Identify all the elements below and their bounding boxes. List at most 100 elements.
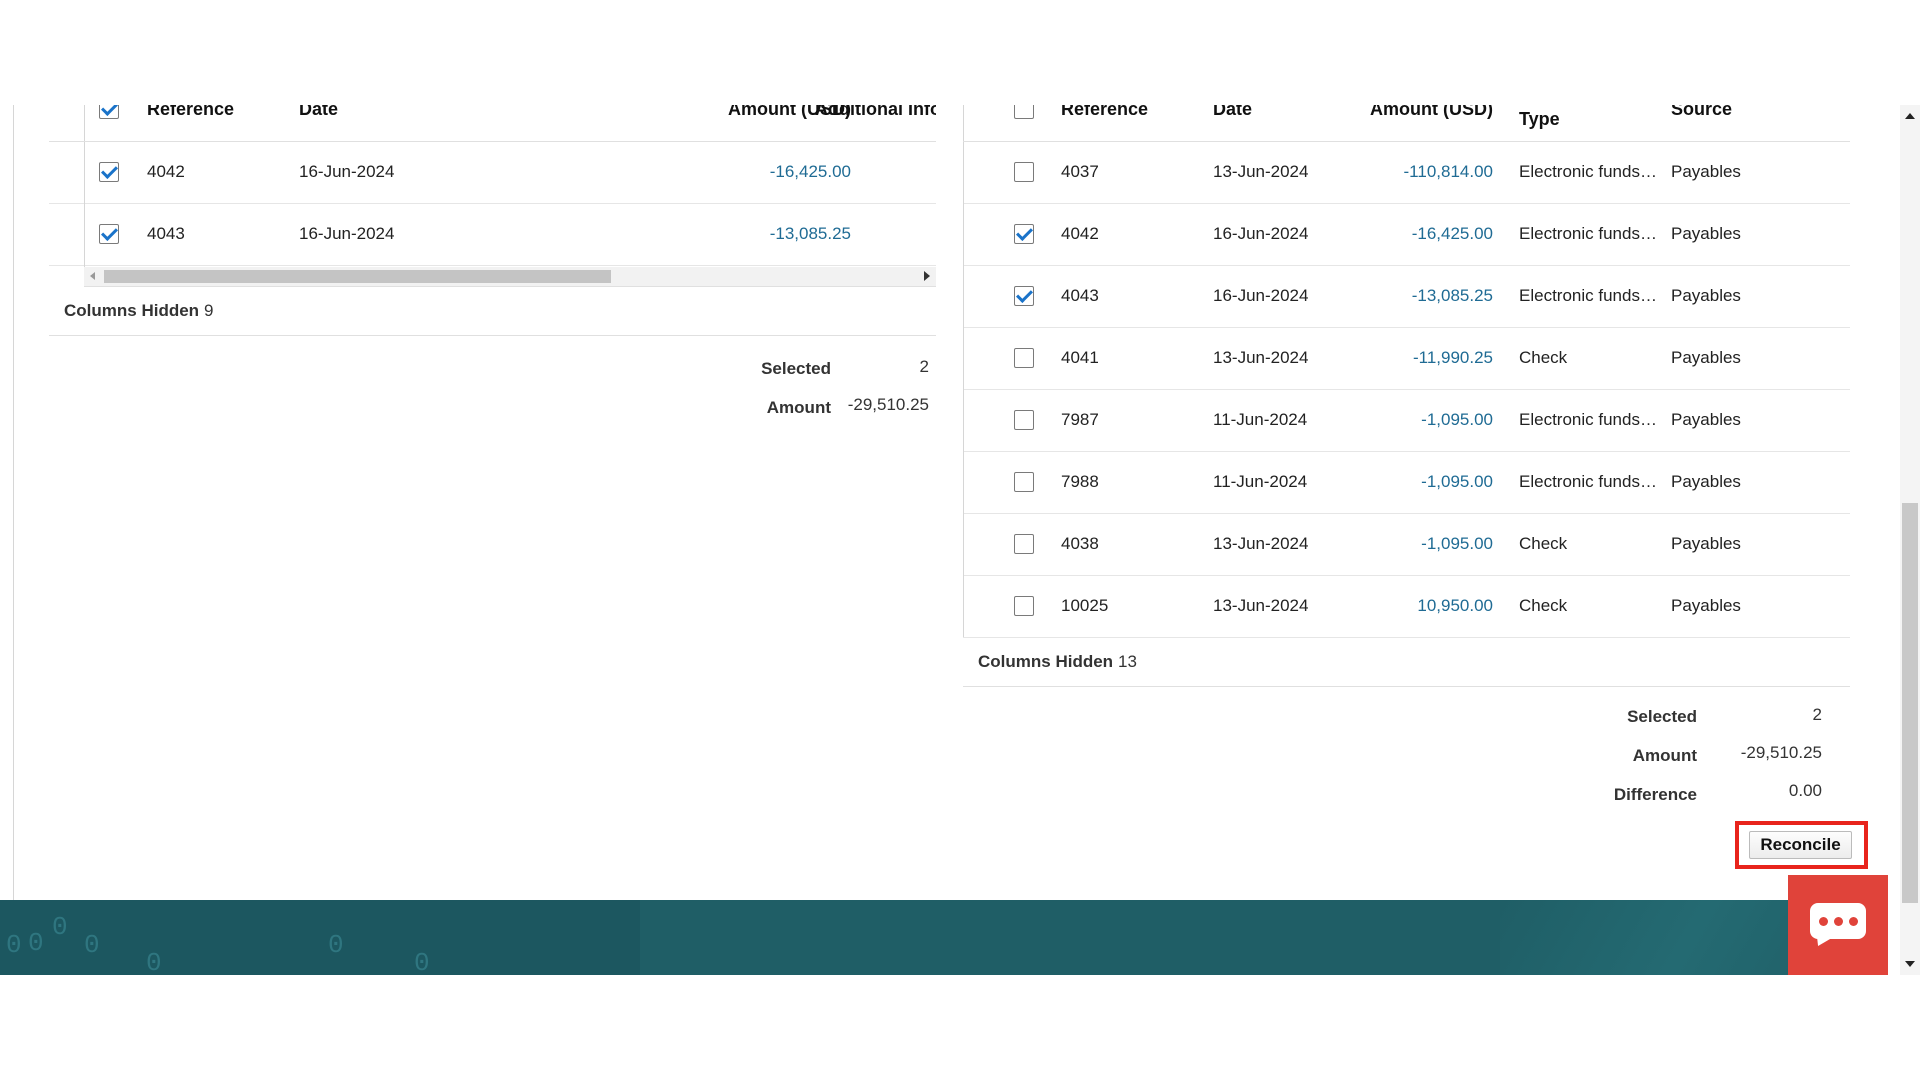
cell-amount[interactable]: -1,095.00 [1293, 410, 1493, 430]
bank-statement-lines-panel: Reference Date Amount (USD) Additional I… [49, 105, 936, 417]
cell-source: Payables [1671, 348, 1741, 367]
left-table-body: 4042 16-Jun-2024 -16,425.00 4043 16-Jun-2024… [49, 142, 936, 266]
table-row[interactable]: 4042 16-Jun-2024 -16,425.00 [49, 142, 936, 204]
right-selected-value: 2 [1812, 705, 1822, 724]
cell-source: Payables [1671, 596, 1741, 615]
cell-amount[interactable]: -13,085.25 [679, 224, 851, 244]
cell-amount[interactable]: 10,950.00 [1293, 596, 1493, 616]
left-horizontal-scrollbar[interactable] [84, 267, 936, 287]
table-row[interactable]: 10025 13-Jun-2024 10,950.00 Check Payables [963, 576, 1850, 638]
cell-reference: 7988 [1061, 472, 1099, 491]
cell-type: Electronic funds… [1519, 162, 1657, 181]
right-col-reference[interactable]: Reference [1061, 105, 1148, 120]
left-select-all-checkbox[interactable] [99, 105, 119, 119]
scroll-left-icon[interactable] [90, 272, 95, 280]
right-columns-hidden: Columns Hidden 13 [963, 637, 1850, 687]
columns-hidden-count: 13 [1118, 652, 1137, 671]
cell-amount[interactable]: -16,425.00 [679, 162, 851, 182]
columns-hidden-count: 9 [204, 301, 214, 320]
divider [84, 142, 85, 267]
row-select-checkbox[interactable] [1014, 286, 1034, 306]
chat-button[interactable] [1788, 875, 1888, 975]
footer-pattern-glyph: 0 [328, 930, 344, 960]
row-select-checkbox[interactable] [1014, 472, 1034, 492]
right-select-all-checkbox[interactable] [1014, 105, 1034, 119]
cell-reference: 4038 [1061, 534, 1099, 553]
table-row[interactable]: 4043 16-Jun-2024 -13,085.25 [49, 204, 936, 266]
divider [963, 105, 964, 141]
left-amount-label: Amount [766, 398, 831, 417]
divider [963, 142, 964, 637]
right-amount-label: Amount [1632, 746, 1697, 765]
columns-hidden-label: Columns Hidden [978, 652, 1114, 671]
cell-source: Payables [1671, 410, 1741, 429]
cell-amount[interactable]: -13,085.25 [1293, 286, 1493, 306]
cell-reference: 4043 [1061, 286, 1099, 305]
cell-type: Electronic funds… [1519, 286, 1657, 305]
right-col-amount[interactable]: Amount (USD) [1293, 105, 1493, 120]
table-row[interactable]: 4043 16-Jun-2024 -13,085.25 Electronic fund… [963, 266, 1850, 328]
system-transactions-panel: Reference Date Amount (USD) Type Source … [963, 105, 1850, 804]
footer-pattern-glyph: 0 [52, 912, 68, 942]
page-viewport: Reference Date Amount (USD) Additional I… [0, 105, 1920, 975]
table-row[interactable]: 4037 13-Jun-2024 -110,814.00 Electronic fun… [963, 142, 1850, 204]
table-row[interactable]: 4041 13-Jun-2024 -11,990.25 Check Payables [963, 328, 1850, 390]
table-row[interactable]: 7988 11-Jun-2024 -1,095.00 Electronic funds… [963, 452, 1850, 514]
left-col-reference[interactable]: Reference [147, 105, 234, 120]
table-row[interactable]: 4042 16-Jun-2024 -16,425.00 Electronic fund… [963, 204, 1850, 266]
cell-source: Payables [1671, 286, 1741, 305]
right-amount-value: -29,510.25 [1740, 743, 1822, 762]
table-row[interactable]: 7987 11-Jun-2024 -1,095.00 Electronic funds… [963, 390, 1850, 452]
cell-type: Electronic funds… [1519, 410, 1657, 429]
cell-amount[interactable]: -1,095.00 [1293, 472, 1493, 492]
scroll-up-icon[interactable] [1905, 113, 1915, 119]
cell-amount[interactable]: -110,814.00 [1293, 162, 1493, 182]
scroll-right-icon[interactable] [924, 271, 930, 281]
cell-type: Check [1519, 348, 1568, 367]
right-col-source[interactable]: Source [1671, 105, 1732, 120]
cell-source: Payables [1671, 224, 1741, 243]
left-col-additional-info[interactable]: Additional Info [815, 105, 936, 120]
chat-dot [1819, 917, 1828, 926]
cell-type: Electronic funds… [1519, 472, 1657, 491]
cell-reference: 4041 [1061, 348, 1099, 367]
footer-pattern-glyph: 0 [28, 928, 44, 958]
cell-amount[interactable]: -16,425.00 [1293, 224, 1493, 244]
cell-type: Check [1519, 596, 1568, 615]
reconcile-button[interactable]: Reconcile [1749, 831, 1852, 859]
right-selected-label: Selected [1627, 707, 1697, 726]
page-vertical-scrollbar[interactable] [1900, 105, 1920, 975]
cell-reference: 4042 [1061, 224, 1099, 243]
cell-reference: 7987 [1061, 410, 1099, 429]
cell-date: 16-Jun-2024 [299, 162, 395, 181]
scrollbar-thumb[interactable] [104, 270, 611, 283]
row-select-checkbox[interactable] [99, 162, 119, 182]
cell-type: Electronic funds… [1519, 224, 1657, 243]
cell-amount[interactable]: -11,990.25 [1293, 348, 1493, 368]
table-row[interactable]: 4038 13-Jun-2024 -1,095.00 Check Payables [963, 514, 1850, 576]
row-select-checkbox[interactable] [1014, 224, 1034, 244]
chat-dot [1849, 917, 1858, 926]
chat-dot [1834, 917, 1843, 926]
row-select-checkbox[interactable] [1014, 534, 1034, 554]
row-select-checkbox[interactable] [1014, 162, 1034, 182]
row-select-checkbox[interactable] [1014, 596, 1034, 616]
right-table-body: 4037 13-Jun-2024 -110,814.00 Electronic fun… [963, 142, 1850, 638]
right-col-date[interactable]: Date [1213, 105, 1252, 120]
row-select-checkbox[interactable] [1014, 348, 1034, 368]
columns-hidden-label: Columns Hidden [64, 301, 200, 320]
cell-amount[interactable]: -1,095.00 [1293, 534, 1493, 554]
cell-type: Check [1519, 534, 1568, 553]
footer-pattern-glyph: 0 [414, 948, 430, 975]
scrollbar-thumb[interactable] [1902, 503, 1918, 903]
scroll-down-icon[interactable] [1905, 961, 1915, 967]
right-col-type[interactable]: Type [1519, 109, 1560, 130]
footer-pattern-glyph: 0 [6, 930, 22, 960]
row-select-checkbox[interactable] [99, 224, 119, 244]
cell-reference: 4043 [147, 224, 185, 243]
left-col-date[interactable]: Date [299, 105, 338, 120]
cell-date: 16-Jun-2024 [299, 224, 395, 243]
left-selected-label: Selected [761, 359, 831, 378]
footer-pattern-glyph: 0 [84, 930, 100, 960]
row-select-checkbox[interactable] [1014, 410, 1034, 430]
